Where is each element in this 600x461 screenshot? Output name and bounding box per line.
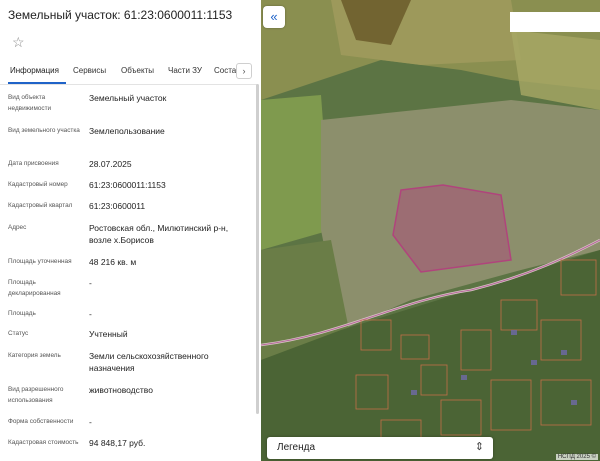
property-value: - bbox=[89, 309, 92, 319]
tab-bar: Информация Сервисы Объекты Части ЗУ Сост… bbox=[0, 60, 258, 85]
property-label: Дата присвоения bbox=[8, 160, 59, 167]
property-label: Вид земельного участка bbox=[8, 127, 80, 134]
page-title: Земельный участок: 61:23:0600011:1153 bbox=[8, 8, 233, 22]
property-label: Категория земель bbox=[8, 352, 61, 359]
selected-parcel[interactable] bbox=[392, 184, 512, 273]
property-value: 94 848,17 руб. bbox=[89, 438, 146, 448]
property-value: 48 216 кв. м bbox=[89, 257, 137, 267]
property-value: 61:23:0600011:1153 bbox=[89, 180, 166, 190]
tab-composition[interactable]: Соста bbox=[214, 66, 236, 75]
property-label: Площадь декларированная bbox=[8, 279, 61, 297]
tab-objects[interactable]: Объекты bbox=[121, 66, 154, 75]
property-value: Земли сельскохозяйственного назначения bbox=[89, 351, 209, 373]
collapse-panel-button[interactable]: « bbox=[263, 6, 285, 28]
property-label: Форма собственности bbox=[8, 418, 74, 425]
map-search-box[interactable] bbox=[510, 12, 600, 32]
legend-label: Легенда bbox=[277, 442, 316, 453]
property-value: 61:23:0600011 bbox=[89, 201, 146, 211]
property-label: Площадь bbox=[8, 310, 36, 317]
property-value: 28.07.2025 bbox=[89, 159, 132, 169]
property-label: Статус bbox=[8, 330, 29, 337]
property-label: Адрес bbox=[8, 224, 27, 231]
property-label: Кадастровый номер bbox=[8, 181, 68, 188]
map-attribution: НСПД 2025 © bbox=[555, 454, 598, 460]
chevron-updown-icon: ⇕ bbox=[474, 441, 484, 453]
legend-dropdown[interactable]: Легенда ⇕ bbox=[267, 437, 493, 459]
property-value: Учтенный bbox=[89, 329, 128, 339]
property-value: - bbox=[89, 278, 92, 288]
property-value: животноводство bbox=[89, 385, 153, 395]
info-panel: Земельный участок: 61:23:0600011:1153 ☆ … bbox=[0, 0, 258, 461]
property-label: Вид разрешенного использования bbox=[8, 386, 64, 404]
tab-services[interactable]: Сервисы bbox=[73, 66, 106, 75]
map-view[interactable] bbox=[261, 0, 600, 461]
property-label: Вид объекта недвижимости bbox=[8, 94, 52, 112]
property-label: Кадастровая стоимость bbox=[8, 439, 79, 446]
property-label: Площадь уточненная bbox=[8, 258, 72, 265]
property-value: Ростовская обл., Милютинский р-н, возле … bbox=[89, 223, 229, 245]
satellite-imagery bbox=[261, 0, 600, 461]
tab-info[interactable]: Информация bbox=[10, 66, 59, 75]
tab-parts[interactable]: Части ЗУ bbox=[168, 66, 202, 75]
active-tab-indicator bbox=[8, 82, 66, 84]
property-value: Земельный участок bbox=[89, 93, 167, 103]
tabs-scroll-right-icon[interactable]: › bbox=[236, 63, 252, 79]
property-value: Землепользование bbox=[89, 126, 165, 136]
favorite-star-icon[interactable]: ☆ bbox=[12, 34, 25, 51]
property-value: - bbox=[89, 417, 92, 427]
property-label: Кадастровый квартал bbox=[8, 202, 73, 209]
panel-scrollbar[interactable] bbox=[256, 84, 259, 414]
